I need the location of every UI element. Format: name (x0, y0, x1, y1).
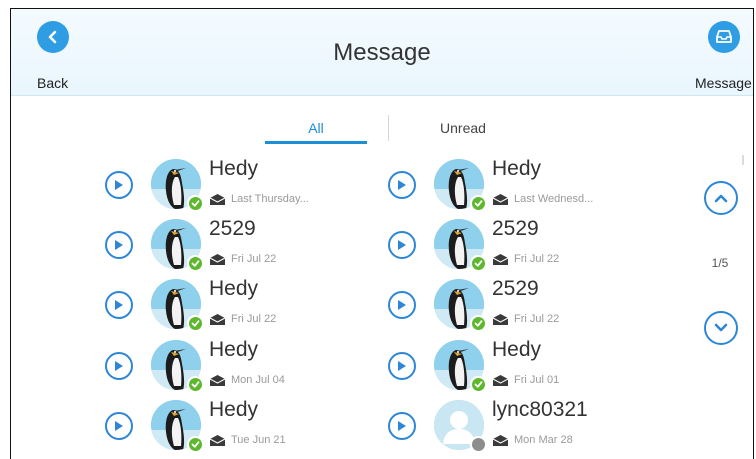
presence-status-icon (470, 195, 486, 211)
message-item[interactable]: lync80321 Mon Mar 28 (388, 398, 668, 456)
message-item[interactable]: 2529 Fri Jul 22 (388, 217, 668, 275)
presence-status-icon (470, 376, 486, 392)
message-date: Fri Jul 22 (231, 253, 277, 265)
play-button[interactable] (388, 231, 416, 259)
contact-name: 2529 (209, 217, 256, 240)
message-item[interactable]: 2529 Fri Jul 22 (388, 277, 668, 335)
play-icon (398, 240, 406, 250)
active-tab-indicator (265, 141, 367, 144)
presence-status-icon (187, 255, 203, 271)
play-button[interactable] (105, 352, 133, 380)
play-icon (398, 361, 406, 371)
play-button[interactable] (388, 171, 416, 199)
envelope-icon (209, 193, 226, 211)
play-icon (115, 421, 123, 431)
chevron-down-icon (714, 323, 728, 332)
message-date: Fri Jul 22 (514, 313, 560, 325)
chevron-up-icon (714, 194, 728, 203)
message-date: Mon Jul 04 (231, 374, 285, 386)
play-icon (115, 300, 123, 310)
message-date: Last Wednesd... (514, 193, 594, 205)
play-button[interactable] (388, 291, 416, 319)
message-date: Fri Jul 22 (514, 253, 560, 265)
message-item[interactable]: Hedy Fri Jul 22 (105, 277, 385, 335)
play-icon (115, 240, 123, 250)
page-indicator: 1/5 (711, 256, 729, 270)
tab-bar: All Unread (11, 115, 753, 145)
envelope-icon (209, 313, 226, 331)
play-button[interactable] (105, 412, 133, 440)
message-date: Mon Mar 28 (514, 434, 573, 446)
contact-name: lync80321 (492, 398, 588, 421)
tab-unread[interactable]: Unread (413, 120, 513, 136)
message-item[interactable]: Hedy Mon Jul 04 (105, 338, 385, 396)
play-icon (115, 180, 123, 190)
presence-status-icon (187, 195, 203, 211)
page-down-button[interactable] (704, 311, 738, 345)
envelope-icon (492, 253, 509, 271)
presence-status-icon (470, 315, 486, 331)
message-item[interactable]: 2529 Fri Jul 22 (105, 217, 385, 275)
envelope-icon (209, 253, 226, 271)
play-icon (398, 180, 406, 190)
contact-name: 2529 (492, 217, 539, 240)
envelope-icon (209, 374, 226, 392)
message-screen: Back Message Message All Unread Hedy Last… (10, 8, 754, 459)
presence-status-icon (187, 315, 203, 331)
contact-name: Hedy (209, 338, 259, 361)
tab-divider (388, 115, 389, 141)
page-up-button[interactable] (704, 181, 738, 215)
message-item[interactable]: Hedy Fri Jul 01 (388, 338, 668, 396)
envelope-icon (492, 313, 509, 331)
contact-name: Hedy (209, 277, 259, 300)
message-item[interactable]: Hedy Last Thursday... (105, 157, 385, 215)
tab-all[interactable]: All (265, 120, 367, 136)
play-button[interactable] (105, 171, 133, 199)
presence-status-icon (187, 436, 203, 452)
play-icon (398, 421, 406, 431)
presence-status-icon (470, 436, 486, 452)
message-item[interactable]: Hedy Tue Jun 21 (105, 398, 385, 456)
contact-name: Hedy (492, 157, 542, 180)
message-date: Tue Jun 21 (231, 434, 286, 446)
message-date: Fri Jul 22 (231, 313, 277, 325)
envelope-icon (209, 434, 226, 452)
envelope-icon (492, 374, 509, 392)
presence-status-icon (187, 376, 203, 392)
scroll-indicator (742, 155, 744, 165)
header-bar: Back Message Message (11, 9, 753, 96)
contact-name: Hedy (209, 398, 259, 421)
play-button[interactable] (105, 231, 133, 259)
back-label[interactable]: Back (37, 75, 68, 91)
play-button[interactable] (388, 352, 416, 380)
page-title: Message (333, 39, 431, 66)
play-icon (398, 300, 406, 310)
envelope-icon (492, 193, 509, 211)
contact-name: Hedy (209, 157, 259, 180)
message-item[interactable]: Hedy Last Wednesd... (388, 157, 668, 215)
message-label[interactable]: Message (695, 75, 752, 91)
message-button[interactable] (708, 21, 740, 53)
play-button[interactable] (388, 412, 416, 440)
play-icon (115, 361, 123, 371)
message-date: Last Thursday... (231, 193, 309, 205)
inbox-icon (716, 30, 732, 43)
contact-name: 2529 (492, 277, 539, 300)
envelope-icon (492, 434, 509, 452)
message-date: Fri Jul 01 (514, 374, 560, 386)
play-button[interactable] (105, 291, 133, 319)
contact-name: Hedy (492, 338, 542, 361)
presence-status-icon (470, 255, 486, 271)
